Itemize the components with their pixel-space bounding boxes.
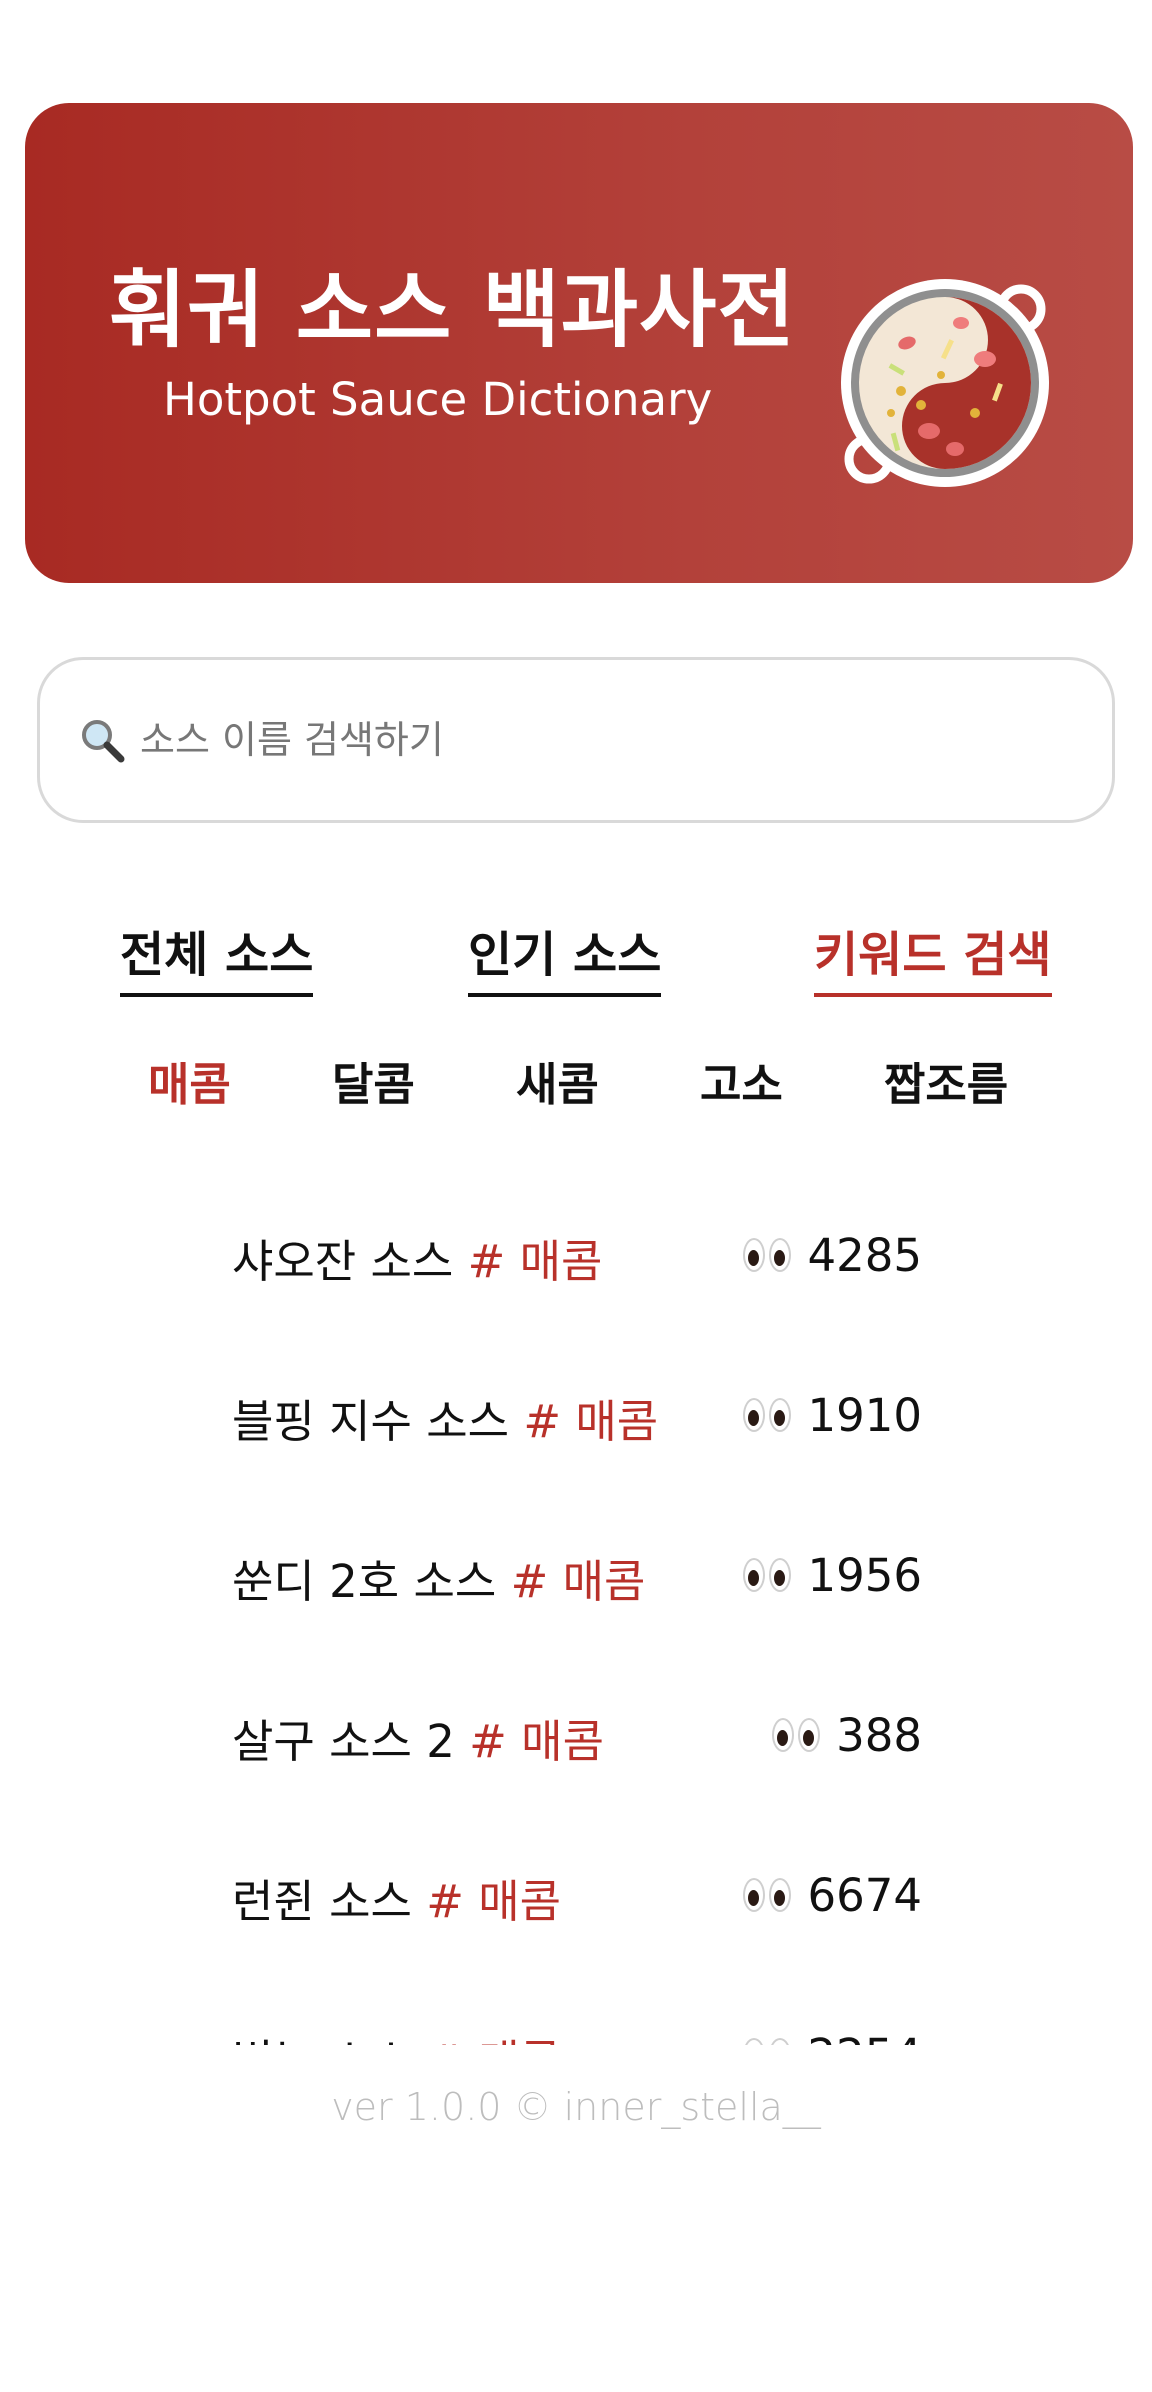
list-item[interactable]: 쑨디 2호 소스 # 매콤 1956 — [0, 1545, 1152, 1625]
keyword-salty[interactable]: 짭조름 — [884, 1048, 1008, 1113]
list-item[interactable]: 샤오잔 소스 # 매콤 4285 — [0, 1225, 1152, 1305]
sauce-name: 살구 소스 2 # 매콤 — [232, 1715, 604, 1768]
sauce-list[interactable]: 샤오잔 소스 # 매콤 4285 블핑 지수 소스 # 매콤 1910 쑨디 2… — [0, 1185, 1152, 2045]
sauce-tag: # 매콤 — [510, 1555, 646, 1608]
list-item[interactable]: 런쥔 소스 # 매콤 6674 — [0, 1865, 1152, 1945]
view-count: 388 — [772, 1709, 922, 1762]
header-banner: 훠궈 소스 백과사전 Hotpot Sauce Dictionary — [25, 103, 1133, 583]
eyes-icon — [743, 1237, 793, 1274]
sauce-name: 블핑 지수 소스 # 매콤 — [232, 1395, 659, 1448]
app-subtitle: Hotpot Sauce Dictionary — [163, 373, 713, 426]
search-icon — [82, 720, 125, 763]
keyword-sour[interactable]: 새콤 — [516, 1048, 599, 1113]
eyes-icon — [743, 1877, 793, 1914]
view-count: 2254 — [743, 2029, 922, 2045]
eyes-icon — [743, 2037, 793, 2045]
search-bar[interactable] — [37, 657, 1115, 823]
keyword-filter: 매콤 달콤 새콤 고소 짭조름 — [0, 1048, 1152, 1111]
tab-bar: 전체 소스 인기 소스 키워드 검색 — [0, 915, 1152, 1005]
view-count: 6674 — [743, 1869, 922, 1922]
tab-popular-sauces[interactable]: 인기 소스 — [468, 915, 662, 997]
keyword-spicy[interactable]: 매콤 — [148, 1048, 231, 1113]
list-item[interactable]: 블핑 지수 소스 # 매콤 1910 — [0, 1385, 1152, 1465]
keyword-sweet[interactable]: 달콤 — [332, 1048, 415, 1113]
app-title: 훠궈 소스 백과사전 — [109, 261, 796, 359]
view-count: 4285 — [743, 1229, 922, 1282]
view-count: 1910 — [743, 1389, 922, 1442]
sauce-tag: # 매콤 — [467, 1235, 603, 1288]
eyes-icon — [772, 1717, 822, 1754]
view-count: 1956 — [743, 1549, 922, 1602]
sauce-name: 범누 소스 # 매콤 — [232, 2025, 561, 2045]
sauce-name: 쑨디 2호 소스 # 매콤 — [232, 1555, 646, 1608]
eyes-icon — [743, 1397, 793, 1434]
search-input[interactable] — [140, 718, 1040, 762]
tab-all-sauces[interactable]: 전체 소스 — [120, 915, 314, 997]
eyes-icon — [743, 1557, 793, 1594]
sauce-tag: # 매콤 — [469, 1715, 604, 1768]
sauce-tag: # 매콤 — [426, 1875, 562, 1928]
keyword-nutty[interactable]: 고소 — [700, 1048, 783, 1113]
list-item[interactable]: 범누 소스 # 매콤 2254 — [0, 2025, 1152, 2045]
hotpot-icon — [841, 279, 1049, 487]
list-item[interactable]: 살구 소스 2 # 매콤 388 — [0, 1705, 1152, 1785]
tab-keyword-search[interactable]: 키워드 검색 — [814, 915, 1052, 997]
sauce-name: 샤오잔 소스 # 매콤 — [232, 1235, 603, 1288]
sauce-tag: # 매콤 — [426, 2035, 561, 2045]
footer-version: ver 1.0.0 © inner_stella__ — [331, 2085, 821, 2129]
sauce-tag: # 매콤 — [523, 1395, 659, 1448]
sauce-name: 런쥔 소스 # 매콤 — [232, 1875, 562, 1928]
